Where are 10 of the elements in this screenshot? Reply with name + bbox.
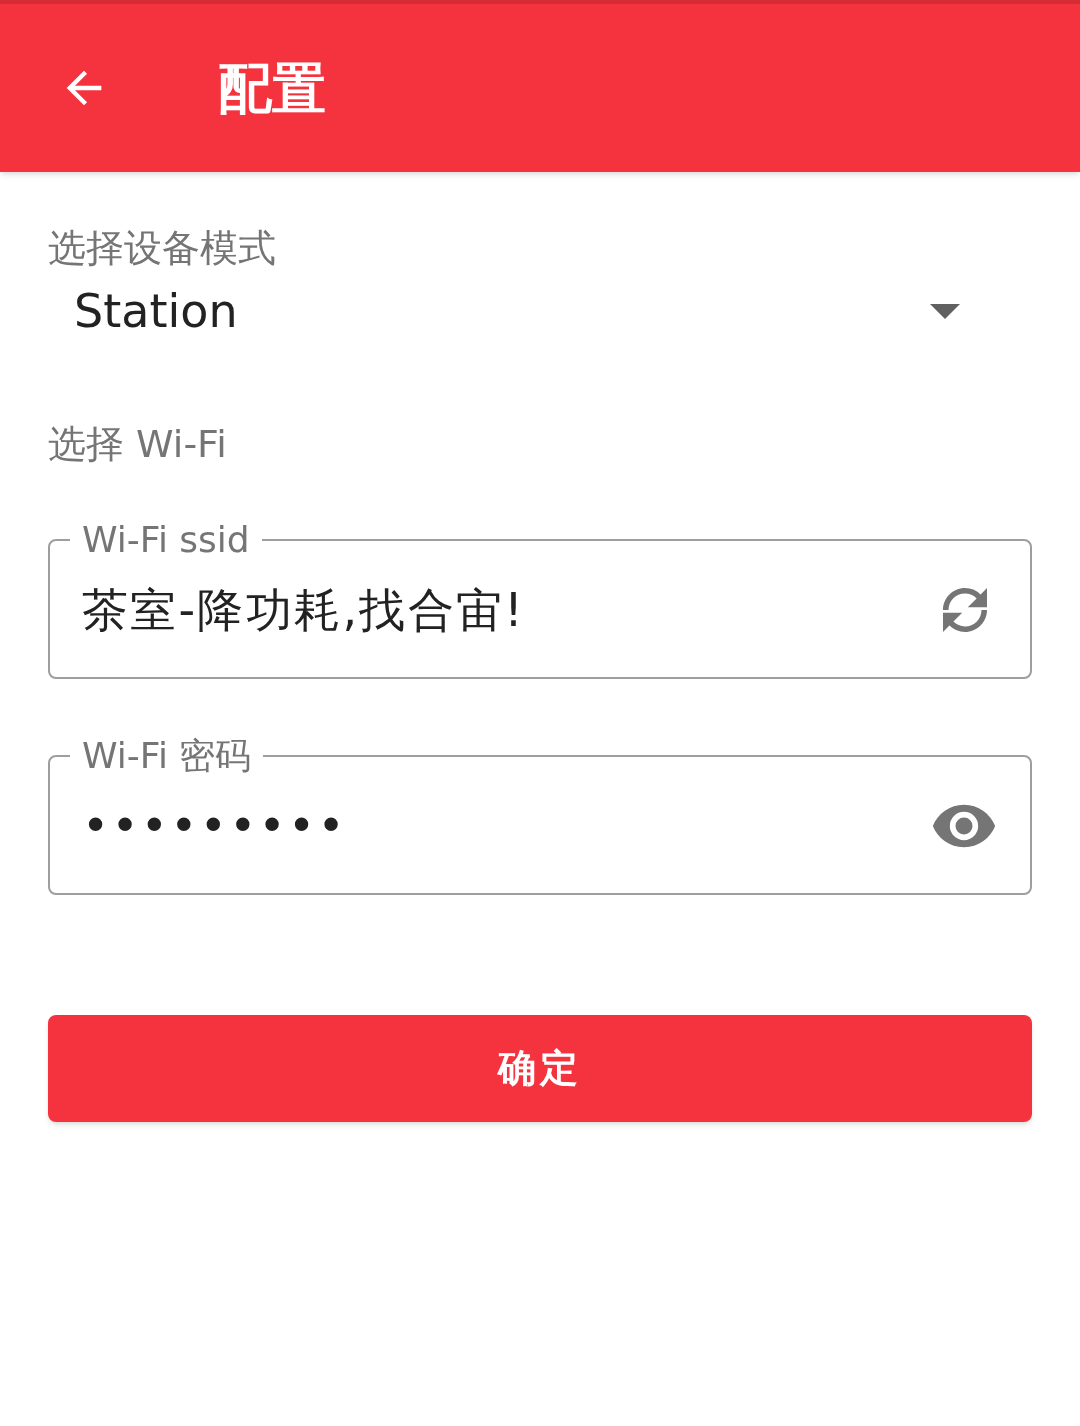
mode-dropdown[interactable]: Station: [74, 277, 960, 346]
field-value: •••••••••: [82, 797, 347, 855]
field-value: 茶室-降功耗,找合宙!: [82, 581, 525, 639]
app-bar-title: 配置: [218, 55, 326, 122]
mode-label: 选择设备模式: [48, 225, 276, 272]
field-label: Wi-Fi 密码: [81, 734, 253, 778]
wifi-section-label: 选择 Wi-Fi: [48, 421, 227, 468]
dropdown-caret-icon: [930, 304, 960, 319]
confirm-button[interactable]: 确定: [48, 1015, 1032, 1122]
field-label: Wi-Fi ssid: [81, 518, 251, 562]
